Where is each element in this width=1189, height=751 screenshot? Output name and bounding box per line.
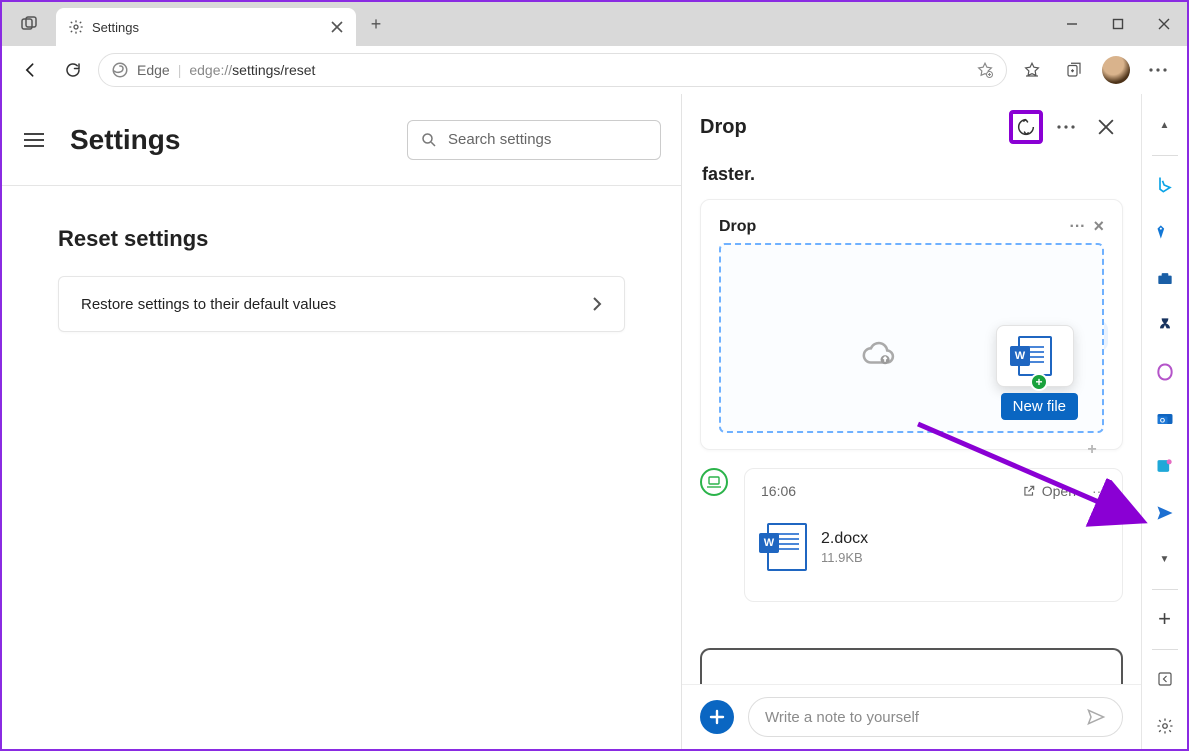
browser-tab-settings[interactable]: Settings xyxy=(56,8,356,46)
restore-defaults-option[interactable]: Restore settings to their default values xyxy=(58,276,625,332)
page-title: Settings xyxy=(70,124,180,156)
maximize-button[interactable] xyxy=(1095,2,1141,46)
sidebar-m365-icon[interactable] xyxy=(1149,357,1181,388)
addr-divider: | xyxy=(178,62,182,78)
add-attachment-button[interactable] xyxy=(700,700,734,734)
addr-url-path: settings/reset xyxy=(232,62,315,78)
cloud-upload-icon xyxy=(861,337,895,371)
plus-badge-icon: + xyxy=(1030,373,1048,391)
drop-compose-bar: Write a note to yourself xyxy=(682,684,1141,749)
tab-stack-icon xyxy=(21,16,37,32)
drop-refresh-button[interactable] xyxy=(1009,110,1043,144)
profile-button[interactable] xyxy=(1099,53,1133,87)
minimize-button[interactable] xyxy=(1049,2,1095,46)
device-laptop-icon xyxy=(700,468,728,496)
search-placeholder: Search settings xyxy=(448,131,551,148)
file-name: 2.docx xyxy=(821,530,868,548)
tab-title: Settings xyxy=(92,20,322,35)
sidebar-hide-button[interactable] xyxy=(1149,664,1181,695)
settings-search-input[interactable]: Search settings xyxy=(407,120,661,160)
word-file-icon: W xyxy=(767,523,807,571)
note-placeholder: Write a note to yourself xyxy=(765,709,919,726)
address-bar[interactable]: Edge | edge://settings/reset xyxy=(98,53,1007,87)
send-icon[interactable] xyxy=(1086,707,1106,727)
option-label: Restore settings to their default values xyxy=(81,296,336,313)
collections-button[interactable] xyxy=(1057,53,1091,87)
partial-card-peek xyxy=(700,648,1123,684)
window-titlebar: Settings + xyxy=(2,2,1187,46)
search-icon xyxy=(420,131,438,149)
sidebar-tools-icon[interactable] xyxy=(1149,263,1181,294)
sidebar-shopping-icon[interactable] xyxy=(1149,217,1181,248)
sidebar-add-button[interactable]: + xyxy=(1149,604,1181,635)
sidebar-collapse-up[interactable]: ▲ xyxy=(1149,110,1181,141)
note-input[interactable]: Write a note to yourself xyxy=(748,697,1123,737)
dropzone-preview: W + New file xyxy=(719,243,1104,433)
settings-pane: Settings Search settings Reset settings … xyxy=(2,94,681,749)
mini-drop-title: Drop xyxy=(719,218,756,236)
annotation-arrow xyxy=(908,414,1168,544)
drop-intro-card: Drop ··· × + W + New file xyxy=(700,199,1123,450)
close-icon[interactable] xyxy=(330,20,344,34)
drop-tip-text: faster. xyxy=(702,164,1121,185)
back-button[interactable] xyxy=(14,53,48,87)
favorites-button[interactable] xyxy=(1015,53,1049,87)
tab-actions-button[interactable] xyxy=(2,2,56,46)
drop-more-button[interactable] xyxy=(1049,110,1083,144)
window-close-button[interactable] xyxy=(1141,2,1187,46)
settings-menu-button[interactable] xyxy=(18,124,50,156)
refresh-button[interactable] xyxy=(56,53,90,87)
chevron-right-icon xyxy=(592,297,602,311)
drop-close-button[interactable] xyxy=(1089,110,1123,144)
window-controls xyxy=(1049,2,1187,46)
message-time: 16:06 xyxy=(761,483,796,499)
favorite-add-icon[interactable] xyxy=(976,61,994,79)
addr-product-label: Edge xyxy=(137,62,170,78)
more-button[interactable] xyxy=(1141,53,1175,87)
addr-url-scheme: edge:// xyxy=(189,62,232,78)
edge-logo-icon xyxy=(111,61,129,79)
sidebar-expand-down[interactable]: ▼ xyxy=(1149,544,1181,575)
gear-icon xyxy=(68,19,84,35)
sidebar-bing-icon[interactable] xyxy=(1149,170,1181,201)
file-size: 11.9KB xyxy=(821,550,868,565)
mini-more-icon[interactable]: ··· xyxy=(1070,218,1086,236)
drop-title: Drop xyxy=(700,116,1003,139)
mini-close-icon[interactable]: × xyxy=(1093,216,1104,237)
section-title: Reset settings xyxy=(58,226,625,252)
word-file-icon: W xyxy=(1018,336,1052,376)
new-tab-button[interactable]: + xyxy=(356,2,396,46)
browser-toolbar: Edge | edge://settings/reset xyxy=(2,46,1187,94)
avatar xyxy=(1102,56,1130,84)
sidebar-settings-button[interactable] xyxy=(1149,710,1181,741)
sidebar-games-icon[interactable] xyxy=(1149,310,1181,341)
